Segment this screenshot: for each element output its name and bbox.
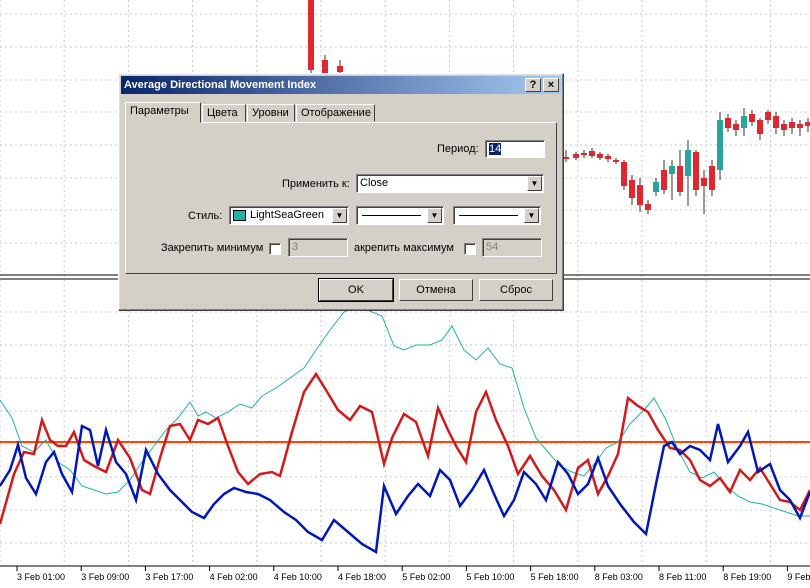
candle-body: [733, 124, 739, 130]
close-button[interactable]: ×: [543, 78, 559, 92]
tab-colors[interactable]: Цвета: [202, 104, 246, 122]
chevron-down-icon[interactable]: ▼: [524, 208, 539, 223]
candle-body: [661, 170, 667, 190]
candle-body: [749, 114, 755, 122]
dialog-titlebar[interactable]: Average Directional Movement Index ? ×: [121, 76, 561, 94]
candle-body: [789, 122, 795, 128]
ok-button[interactable]: OK: [318, 278, 394, 302]
candle-body: [573, 154, 579, 158]
tab-levels[interactable]: Уровни: [247, 104, 295, 122]
period-input[interactable]: 14: [485, 140, 545, 158]
fix-min-input[interactable]: 3: [288, 238, 348, 257]
time-axis-label: 8 Feb 11:00: [659, 572, 706, 582]
time-axis-label: 3 Feb 01:00: [17, 572, 65, 582]
period-label: Период:: [437, 143, 479, 155]
candle-body: [781, 124, 787, 130]
time-axis-label: 4 Feb 10:00: [274, 572, 322, 582]
time-axis-label: 5 Feb 02:00: [402, 572, 450, 582]
style-color-select[interactable]: LightSeaGreen ▼: [229, 206, 349, 225]
time-axis-label: 5 Feb 10:00: [466, 572, 514, 582]
time-axis-label: 4 Feb 18:00: [338, 572, 386, 582]
fix-max-checkbox[interactable]: [464, 243, 476, 255]
candle-body: [741, 116, 747, 128]
chevron-down-icon[interactable]: ▼: [527, 176, 542, 191]
fix-max-input[interactable]: 54: [482, 238, 542, 257]
chevron-down-icon[interactable]: ▼: [332, 208, 347, 223]
time-axis-label: 9 Feb: [787, 572, 810, 582]
candle-body: [308, 0, 314, 70]
candle-body: [725, 118, 731, 128]
candle-body: [757, 120, 763, 134]
fix-min-label: Закрепить минимум: [161, 242, 264, 254]
dialog-title: Average Directional Movement Index: [124, 79, 317, 91]
candle-body: [637, 185, 643, 205]
time-axis-label: 8 Feb 03:00: [595, 572, 643, 582]
line-style-solid-icon: [362, 215, 421, 216]
cancel-button[interactable]: Отмена: [399, 279, 473, 301]
candle-body: [677, 166, 683, 192]
tab-parameters[interactable]: Параметры: [125, 102, 201, 123]
style-color-value: LightSeaGreen: [250, 209, 324, 221]
reset-button[interactable]: Сброс: [479, 279, 553, 301]
time-axis-label: 5 Feb 18:00: [531, 572, 579, 582]
candle-body: [581, 153, 587, 155]
candle-body: [773, 116, 779, 128]
apply-to-value: Close: [360, 177, 389, 189]
time-axis-label: 3 Feb 17:00: [145, 572, 193, 582]
period-value: 14: [489, 143, 502, 155]
time-axis-label: 3 Feb 09:00: [81, 572, 129, 582]
candle-body: [693, 152, 699, 190]
adx-dialog: Average Directional Movement Index ? × П…: [118, 73, 564, 311]
candle-body: [645, 204, 651, 210]
candle-body: [597, 154, 603, 158]
candle-body: [653, 182, 659, 192]
candle-body: [337, 66, 343, 72]
line-width-icon: [459, 215, 518, 216]
time-axis: 3 Feb 01:00 3 Feb 09:00 3 Feb 17:00 4 Feb 0…: [16, 566, 810, 582]
fix-min-checkbox[interactable]: [269, 243, 281, 255]
fix-max-label: акрепить максимум: [354, 242, 454, 254]
candle-body: [797, 124, 803, 128]
candle-body: [629, 180, 635, 198]
fix-max-value: 54: [486, 241, 499, 253]
candle-body: [669, 166, 675, 174]
candle-body: [805, 122, 810, 126]
fix-min-value: 3: [292, 241, 299, 253]
help-button[interactable]: ?: [525, 78, 541, 92]
candle-body: [613, 160, 619, 162]
candle-body: [701, 178, 707, 186]
line-width-select[interactable]: ▼: [453, 206, 541, 225]
parameters-panel: Период: 14 Применить к: Close ▼ Стиль: L…: [125, 122, 557, 274]
color-swatch-icon: [233, 209, 246, 221]
style-label: Стиль:: [188, 210, 223, 222]
line-style-select[interactable]: ▼: [356, 206, 444, 225]
candle-body: [765, 112, 771, 120]
candle-body: [589, 151, 595, 156]
candle-body: [717, 120, 723, 170]
apply-to-label: Применить к:: [282, 178, 350, 190]
chevron-down-icon[interactable]: ▼: [427, 208, 442, 223]
apply-to-select[interactable]: Close ▼: [356, 174, 544, 193]
time-axis-label: 8 Feb 19:00: [723, 572, 771, 582]
candle-body: [621, 162, 627, 186]
tab-display[interactable]: Отображение: [296, 104, 375, 122]
candle-body: [685, 150, 691, 176]
time-axis-label: 4 Feb 02:00: [210, 572, 258, 582]
candle-body: [605, 156, 611, 159]
candle-body: [709, 166, 715, 190]
